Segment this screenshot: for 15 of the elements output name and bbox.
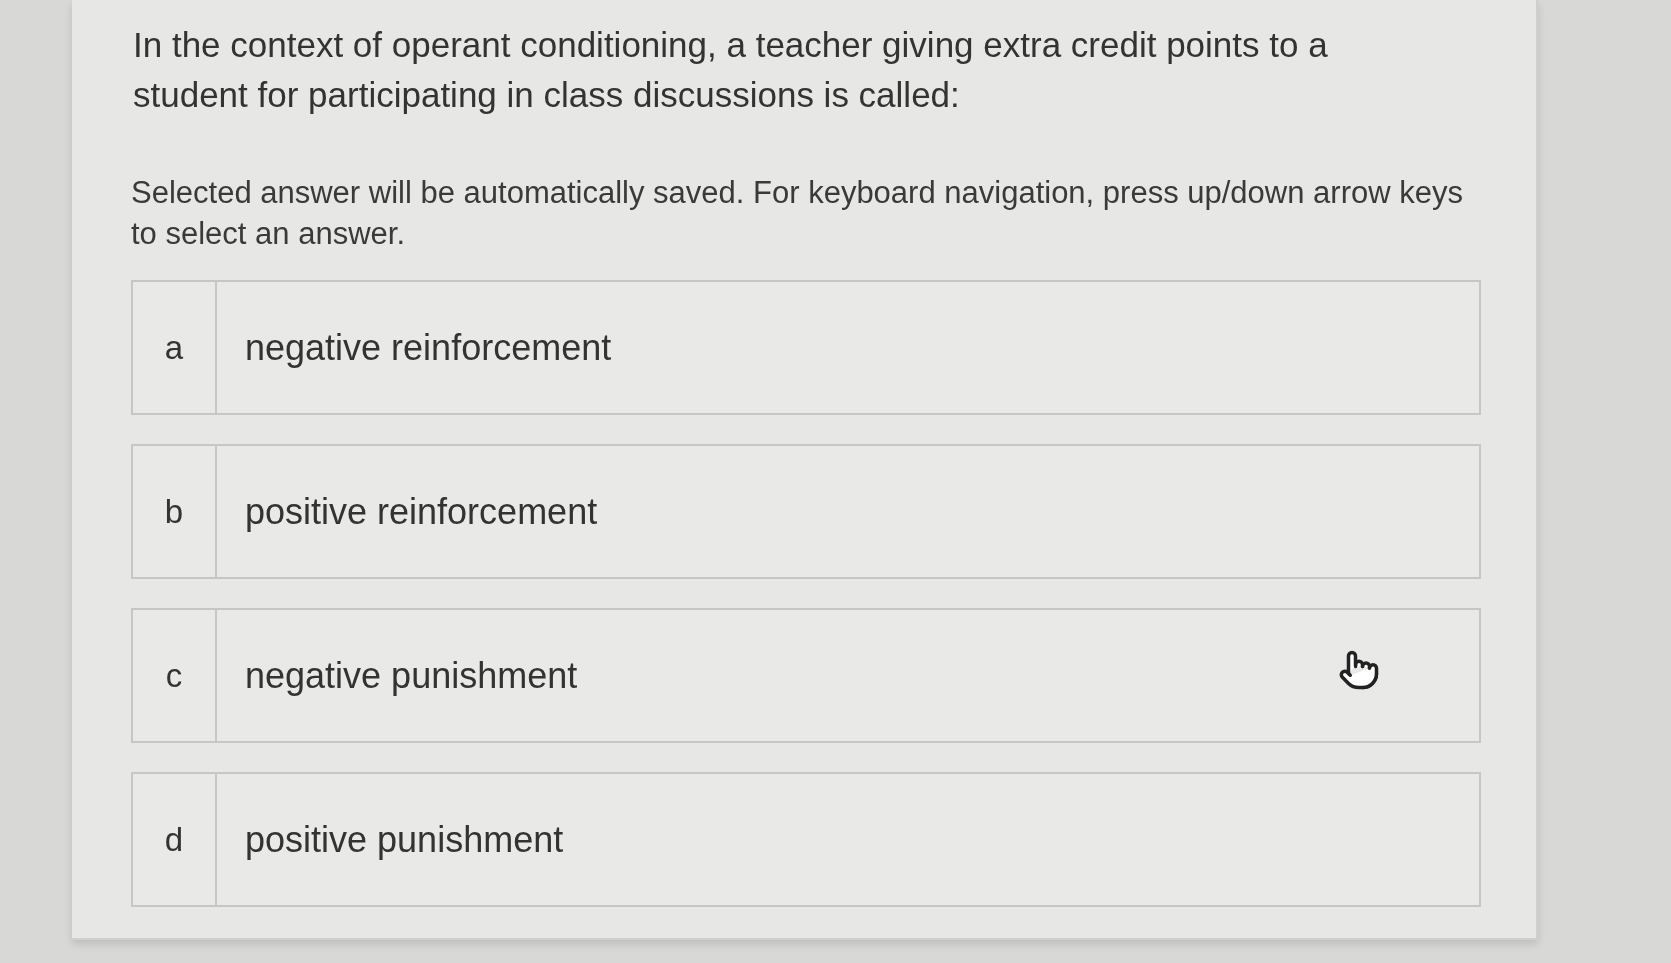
- option-letter: b: [164, 491, 184, 532]
- answer-option[interactable]: c negative punishment: [131, 608, 1481, 743]
- option-text: negative punishment: [245, 653, 578, 698]
- option-letter: c: [165, 655, 183, 696]
- answer-option[interactable]: b positive reinforcement: [131, 444, 1481, 579]
- instruction-text: Selected answer will be automatically saved. For keyboard navigation, press up/down arrow keys to select an answer.: [131, 174, 1464, 253]
- answer-option[interactable]: d positive punishment: [131, 772, 1481, 907]
- option-text: negative reinforcement: [245, 325, 612, 370]
- answer-option[interactable]: a negative reinforcement: [131, 280, 1481, 415]
- question-text: In the context of operant conditioning, a teacher giving extra credit points to a student for participating in class discussions is called:: [132, 24, 1329, 116]
- hand-pointer-icon: [1338, 648, 1380, 692]
- option-text: positive reinforcement: [245, 489, 598, 534]
- option-letter: a: [164, 327, 184, 368]
- option-letter: d: [164, 819, 184, 860]
- option-text: positive punishment: [245, 817, 564, 862]
